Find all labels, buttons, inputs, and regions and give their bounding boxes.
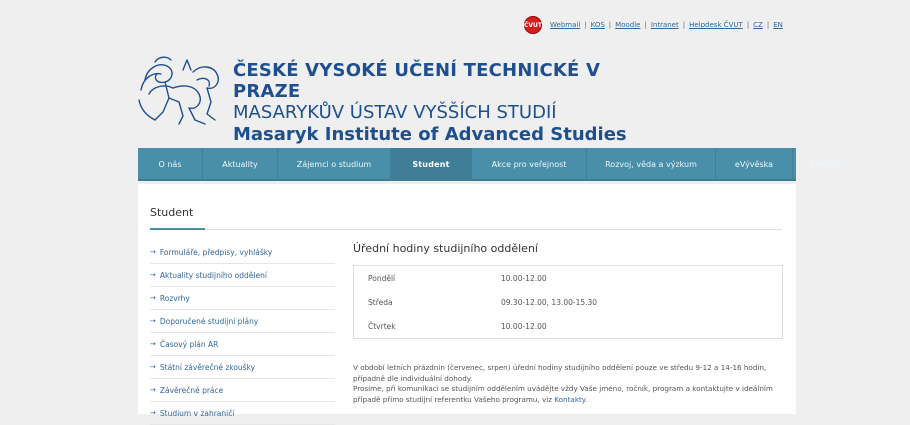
- top-utility-bar: ČVUT Webmail | KOS | Moodle | Intranet | Hel…: [524, 14, 814, 36]
- table-row: Pondělí 10.00-12.00: [354, 266, 782, 290]
- separator: |: [766, 21, 770, 29]
- top-links: Webmail | KOS | Moodle | Intranet | Helpdesk…: [550, 21, 783, 29]
- page-title: Student: [150, 206, 194, 219]
- moodle-link[interactable]: Moodle: [615, 21, 640, 29]
- contacts-link[interactable]: Kontakty.: [554, 395, 587, 404]
- separator: |: [644, 21, 647, 29]
- office-hours-table: Pondělí 10.00-12.00 Středa 09.30-12.00, …: [353, 265, 783, 339]
- sidebar-item-label: Státní závěrečné zkoušky: [159, 362, 256, 372]
- sidebar-item-label: Aktuality studijního oddělení: [159, 270, 267, 280]
- nav-item-o-nas[interactable]: O nás: [138, 148, 203, 181]
- nav-item-kontakty[interactable]: Kontakty: [793, 148, 863, 181]
- sidebar-item-casovy-plan[interactable]: → Časový plán AR: [150, 333, 335, 356]
- intranet-link[interactable]: Intranet: [651, 21, 679, 29]
- summer-hours-text: V období letních prázdnin (červenec, srp…: [353, 363, 767, 383]
- day-cell: Čtvrtek: [368, 321, 396, 331]
- lion-emblem-icon: [138, 56, 219, 125]
- title-accent-bar: [150, 228, 205, 230]
- separator: |: [584, 21, 587, 29]
- nav-item-aktuality[interactable]: Aktuality: [203, 148, 278, 181]
- ctu-logo-icon[interactable]: ČVUT: [524, 16, 542, 34]
- arrow-right-icon: →: [150, 386, 156, 394]
- time-cell: 10.00-12.00: [501, 321, 547, 331]
- sidebar-item-zahranici[interactable]: → Studium v zahraničí: [150, 402, 335, 425]
- nav-item-zajemci[interactable]: Zájemci o studium: [278, 148, 391, 181]
- main-content: Úřední hodiny studijního oddělení Ponděl…: [353, 242, 783, 405]
- sidebar-menu: → Formuláře, předpisy, vyhlášky → Aktualit…: [150, 241, 335, 425]
- main-navigation: O nás Aktuality Zájemci o studium Studen…: [138, 148, 846, 181]
- sidebar-item-studijni-plany[interactable]: → Doporučené studijní plány: [150, 310, 335, 333]
- separator: |: [746, 21, 750, 29]
- sidebar-item-label: Formuláře, předpisy, vyhlášky: [159, 247, 273, 257]
- sidebar-item-formulare[interactable]: → Formuláře, předpisy, vyhlášky: [150, 241, 335, 264]
- sidebar-item-label: Závěrečné práce: [159, 385, 224, 395]
- sidebar-item-label: Časový plán AR: [159, 339, 219, 349]
- sidebar-item-label: Rozvrhy: [159, 293, 190, 303]
- time-cell: 09.30-12.00, 13.00-15.30: [501, 297, 598, 307]
- webmail-link[interactable]: Webmail: [550, 21, 580, 29]
- logo-line-institute-english: Masaryk Institute of Advanced Studies: [233, 124, 627, 145]
- sidebar-item-zaverecne-prace[interactable]: → Závěrečné práce: [150, 379, 335, 402]
- office-hours-note: V období letních prázdnin (červenec, srp…: [353, 363, 783, 405]
- nav-item-student[interactable]: Student: [391, 148, 472, 181]
- nav-item-evyveska[interactable]: eVývěska: [716, 148, 793, 181]
- separator: |: [682, 21, 686, 29]
- arrow-right-icon: →: [150, 271, 156, 279]
- nav-item-rozvoj[interactable]: Rozvoj, věda a výzkum: [587, 148, 716, 181]
- arrow-right-icon: →: [150, 363, 156, 371]
- lang-en-link[interactable]: EN: [773, 21, 783, 29]
- sidebar-item-szz[interactable]: → Státní závěrečné zkoušky: [150, 356, 335, 379]
- content-panel: Student → Formuláře, předpisy, vyhlášky →…: [138, 184, 796, 425]
- arrow-right-icon: →: [150, 294, 156, 302]
- logo-line-institute-czech: MASARYKŮV ÚSTAV VYŠŠÍCH STUDIÍ: [233, 102, 557, 123]
- table-row: Čtvrtek 10.00-12.00: [354, 314, 782, 338]
- logo-text: ČESKÉ VYSOKÉ UČENÍ TECHNICKÉ V PRAZE MAS…: [233, 60, 635, 146]
- site-logo[interactable]: ČESKÉ VYSOKÉ UČENÍ TECHNICKÉ V PRAZE MAS…: [135, 50, 635, 145]
- sidebar-item-label: Doporučené studijní plány: [159, 316, 259, 326]
- day-cell: Pondělí: [368, 273, 396, 283]
- arrow-right-icon: →: [150, 317, 156, 325]
- arrow-right-icon: →: [150, 248, 156, 256]
- sidebar-item-aktuality[interactable]: → Aktuality studijního oddělení: [150, 264, 335, 287]
- time-cell: 10.00-12.00: [501, 273, 547, 283]
- separator: |: [608, 21, 612, 29]
- title-divider: [150, 228, 782, 230]
- arrow-right-icon: →: [150, 409, 156, 417]
- lang-cz-link[interactable]: CZ: [753, 21, 763, 29]
- office-hours-heading: Úřední hodiny studijního oddělení: [353, 242, 538, 255]
- logo-line-czech-university: ČESKÉ VYSOKÉ UČENÍ TECHNICKÉ V PRAZE: [233, 60, 601, 102]
- table-row: Středa 09.30-12.00, 13.00-15.30: [354, 290, 782, 314]
- kos-link[interactable]: KOS: [591, 21, 605, 29]
- nav-item-akce[interactable]: Akce pro veřejnost: [472, 148, 587, 181]
- arrow-right-icon: →: [150, 340, 156, 348]
- day-cell: Středa: [368, 297, 393, 307]
- sidebar-item-rozvrhy[interactable]: → Rozvrhy: [150, 287, 335, 310]
- helpdesk-link[interactable]: Helpdesk ČVUT: [689, 21, 743, 29]
